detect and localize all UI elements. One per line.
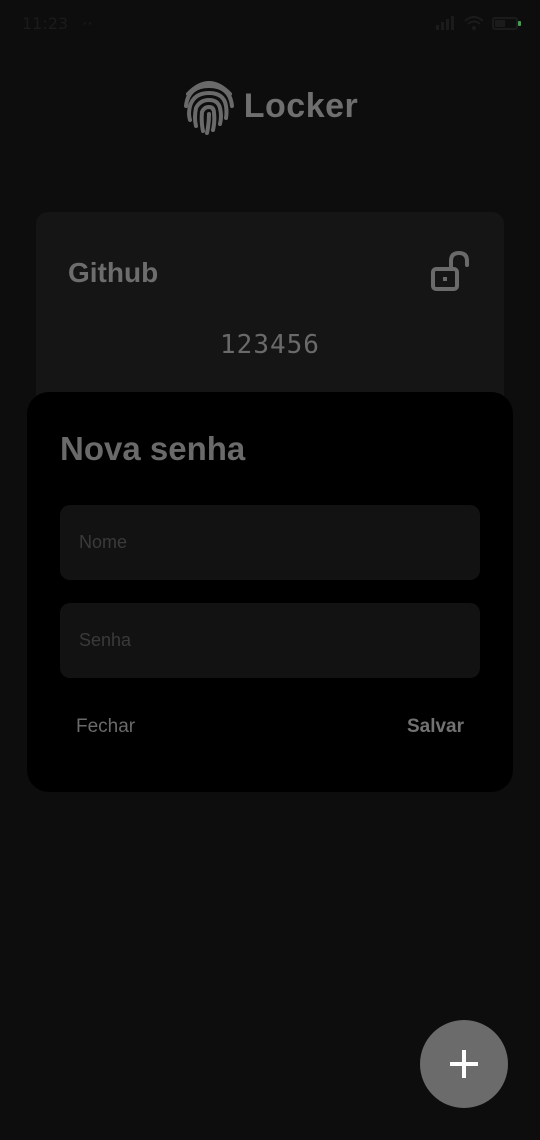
- signal-icon: [436, 16, 454, 30]
- status-left: 11:23 ··: [22, 14, 92, 33]
- fingerprint-icon: [183, 81, 234, 135]
- wifi-icon: [464, 16, 484, 30]
- plus-icon: [450, 1050, 478, 1078]
- app-screen: 11:23 ·· Locker Github 123456 Nova senha…: [0, 0, 540, 1140]
- app-title: Locker: [243, 86, 359, 125]
- save-button[interactable]: Salvar: [391, 712, 480, 742]
- password-card[interactable]: Github 123456: [36, 212, 504, 412]
- battery-icon: [492, 16, 521, 30]
- status-bar: 11:23 ··: [0, 0, 540, 46]
- new-password-dialog: Nova senha Fechar Salvar: [27, 392, 513, 792]
- password-card-name: Github: [68, 257, 159, 288]
- password-card-value: 123456: [220, 330, 320, 360]
- dialog-title: Nova senha: [60, 430, 246, 467]
- password-input[interactable]: [60, 603, 480, 678]
- app-header: Locker: [0, 76, 540, 136]
- status-right: [436, 16, 521, 30]
- add-password-button[interactable]: [420, 1020, 508, 1108]
- close-button[interactable]: Fechar: [60, 712, 151, 742]
- status-extra-indicator: ··: [82, 13, 93, 33]
- name-input[interactable]: [60, 505, 480, 580]
- status-time: 11:23: [22, 13, 69, 33]
- unlocked-padlock-icon[interactable]: [430, 250, 472, 292]
